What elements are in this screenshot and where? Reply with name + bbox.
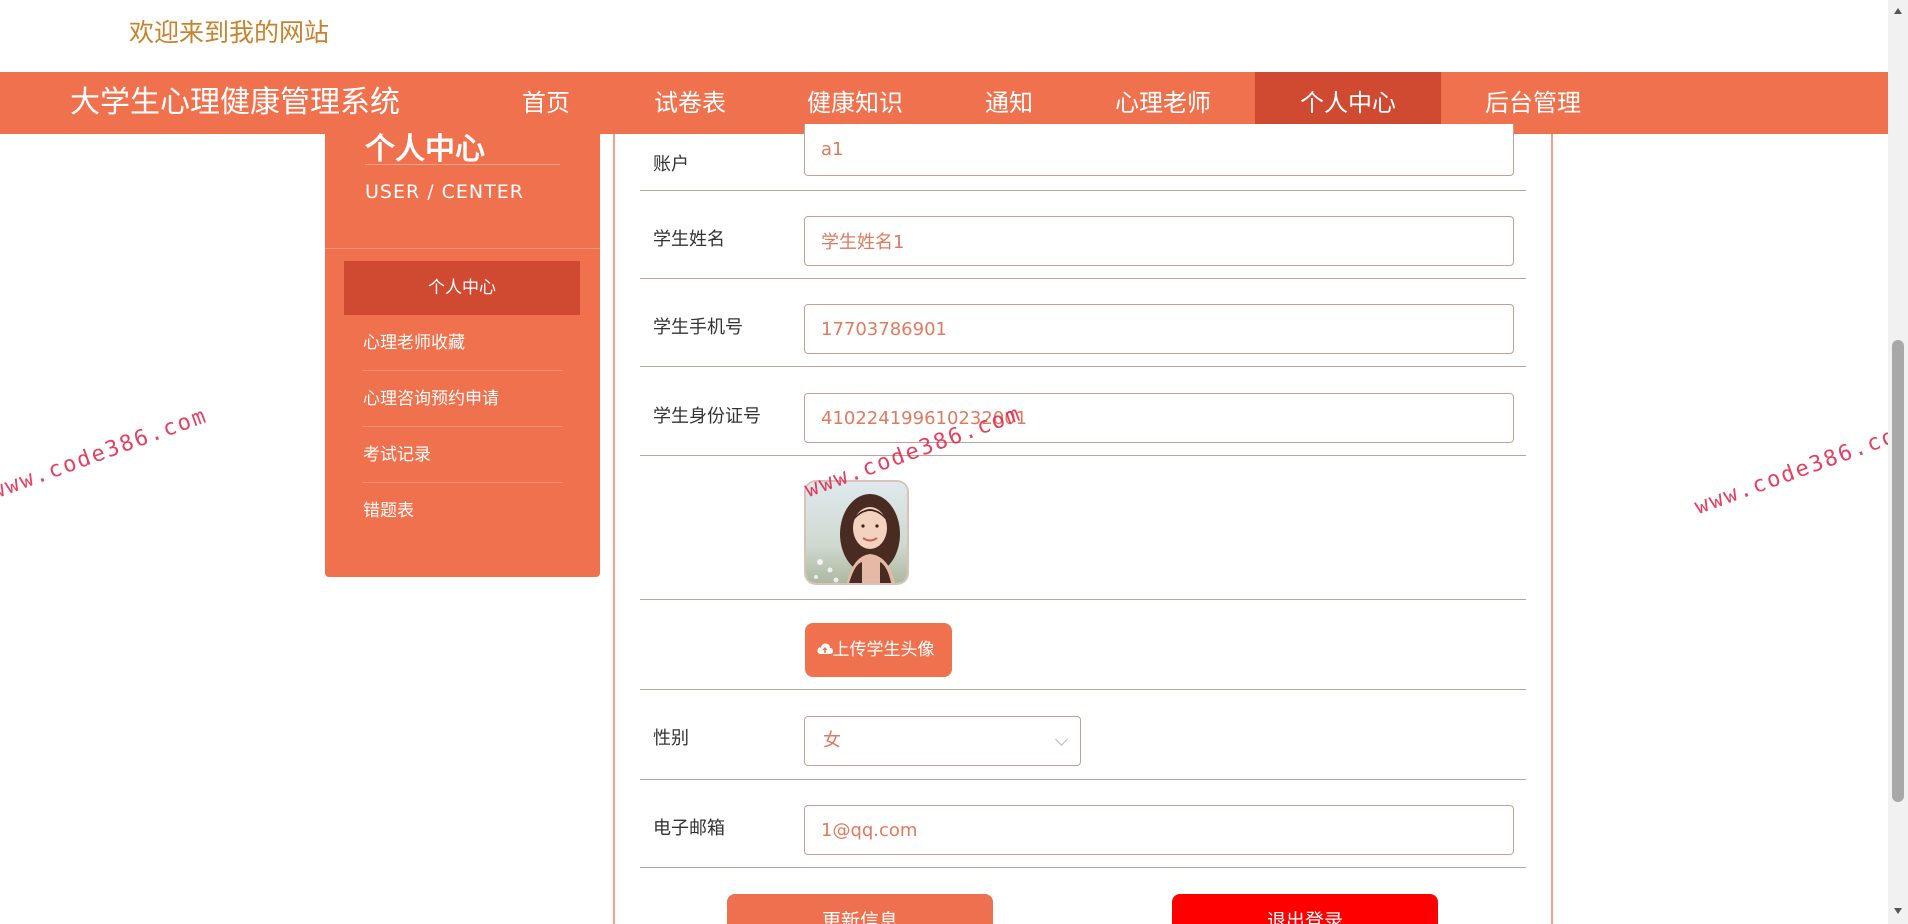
sidebar-item-personal-center[interactable]: 个人中心 <box>344 261 580 315</box>
sidebar-item-consult-appointment[interactable]: 心理咨询预约申请 <box>363 371 563 427</box>
upload-avatar-button[interactable]: 上传学生头像 <box>805 623 952 677</box>
sidebar-subtitle: USER / CENTER <box>365 181 524 203</box>
watermark-left: www.code386.com <box>0 403 211 505</box>
gender-selected-value: 女 <box>823 730 841 751</box>
row-divider <box>640 455 1526 456</box>
row-divider <box>640 867 1526 868</box>
site-brand[interactable]: 大学生心理健康管理系统 <box>70 72 400 134</box>
nav-exam-papers[interactable]: 试卷表 <box>640 72 740 134</box>
student-phone-label: 学生手机号 <box>653 317 743 338</box>
row-divider <box>640 779 1526 780</box>
sidebar-item-teacher-favorites[interactable]: 心理老师收藏 <box>363 315 563 371</box>
account-label: 账户 <box>653 154 689 175</box>
row-divider <box>640 599 1526 600</box>
sidebar-title: 个人中心 <box>365 132 485 164</box>
upload-avatar-label: 上传学生头像 <box>832 640 935 660</box>
row-divider <box>640 278 1526 279</box>
cloud-upload-icon <box>817 643 833 654</box>
chevron-down-icon <box>1055 733 1068 746</box>
student-id-card-input[interactable] <box>804 393 1514 443</box>
student-name-label: 学生姓名 <box>653 229 725 250</box>
sidebar-item-exam-records[interactable]: 考试记录 <box>363 427 563 483</box>
page: 欢迎来到我的网站 大学生心理健康管理系统 首页 试卷表 健康知识 通知 心理老师… <box>0 0 1908 924</box>
scrollbar-thumb[interactable] <box>1892 340 1904 802</box>
vertical-scrollbar[interactable] <box>1888 0 1908 924</box>
row-divider <box>640 190 1526 191</box>
sidebar-divider <box>325 248 600 249</box>
row-divider <box>640 366 1526 367</box>
profile-form-card: 账户 学生姓名 学生手机号 学生身份证号 <box>613 124 1553 924</box>
gender-label: 性别 <box>653 728 689 749</box>
student-phone-input[interactable] <box>804 304 1514 354</box>
gender-select[interactable]: 女 <box>804 716 1081 766</box>
update-info-button[interactable]: 更新信息 <box>727 894 993 924</box>
sidebar-title-divider <box>365 164 560 165</box>
email-input[interactable] <box>804 805 1514 855</box>
watermark-right: www.code386.com <box>1691 418 1908 520</box>
row-divider <box>640 689 1526 690</box>
account-input[interactable] <box>804 124 1514 176</box>
student-id-card-label: 学生身份证号 <box>653 406 761 427</box>
nav-home[interactable]: 首页 <box>500 72 592 134</box>
sidebar-item-wrong-questions[interactable]: 错题表 <box>363 483 563 539</box>
welcome-text: 欢迎来到我的网站 <box>129 18 330 47</box>
student-name-input[interactable] <box>804 216 1514 266</box>
sidebar-panel: 个人中心 USER / CENTER 个人中心 心理老师收藏 心理咨询预约申请 … <box>325 132 600 577</box>
scroll-up-arrow-icon[interactable] <box>1894 8 1902 14</box>
scroll-down-arrow-icon[interactable] <box>1894 908 1902 914</box>
email-label: 电子邮箱 <box>653 818 725 839</box>
logout-button[interactable]: 退出登录 <box>1172 894 1438 924</box>
